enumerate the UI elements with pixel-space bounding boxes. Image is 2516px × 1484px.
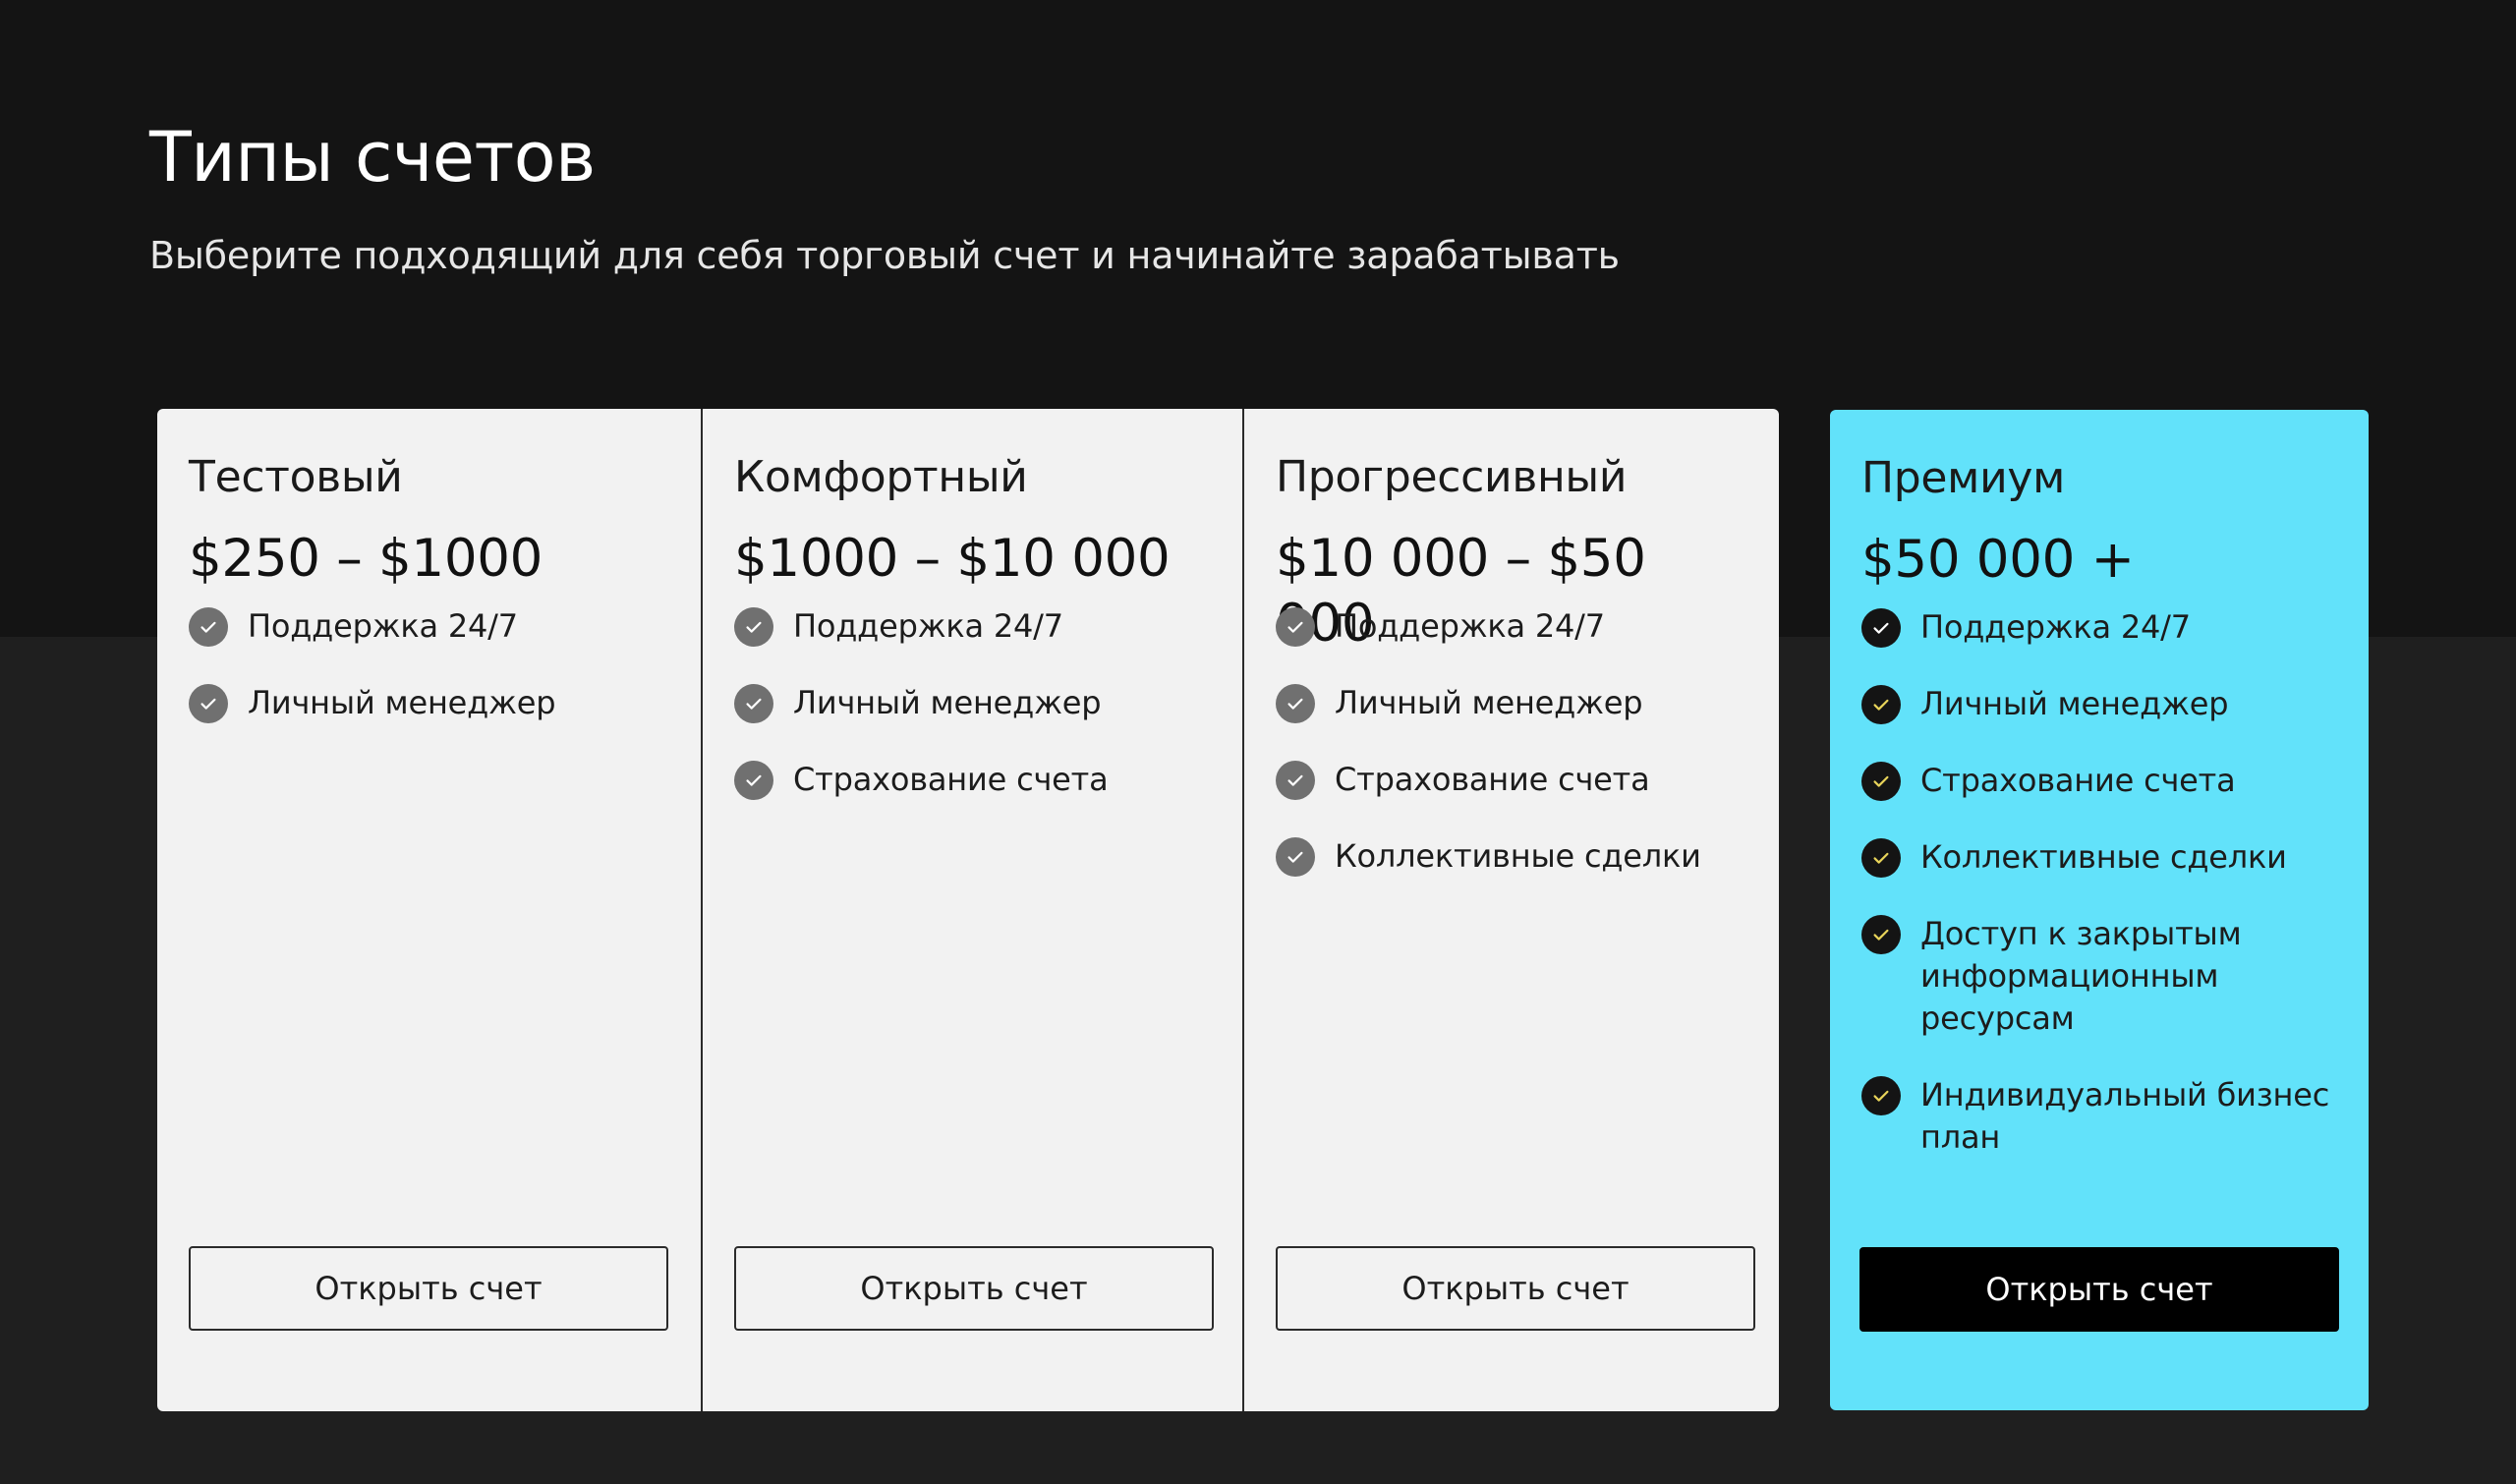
feature-list: Поддержка 24/7 Личный менеджер xyxy=(189,605,673,724)
page-title: Типы счетов xyxy=(149,117,596,198)
feature-item: Личный менеджер xyxy=(734,682,1215,724)
plan-price: $50 000 + xyxy=(1861,530,2135,590)
check-circle-icon xyxy=(1861,685,1901,724)
feature-text: Личный менеджер xyxy=(1920,685,2229,722)
plan-name: Премиум xyxy=(1861,453,2066,503)
page-subtitle: Выберите подходящий для себя торговый сч… xyxy=(149,234,1620,277)
plan-card-premium: Премиум $50 000 + Поддержка 24/7 Личный … xyxy=(1830,410,2369,1410)
feature-text: Личный менеджер xyxy=(793,684,1102,721)
feature-text: Доступ к закрытым информационным ресурса… xyxy=(1920,915,2242,1037)
open-account-button-progressive[interactable]: Открыть счет xyxy=(1276,1246,1755,1331)
feature-item: Личный менеджер xyxy=(1861,683,2341,725)
feature-text: Поддержка 24/7 xyxy=(1335,607,1605,645)
feature-item: Страхование счета xyxy=(1276,759,1751,801)
feature-text: Поддержка 24/7 xyxy=(248,607,518,645)
check-circle-icon xyxy=(734,684,773,723)
check-circle-icon xyxy=(1861,1076,1901,1115)
feature-item: Индивидуальный бизнес план xyxy=(1861,1074,2341,1159)
check-circle-icon xyxy=(1276,607,1315,647)
check-circle-icon xyxy=(1861,762,1901,801)
feature-text: Индивидуальный бизнес план xyxy=(1920,1076,2330,1156)
feature-item: Страхование счета xyxy=(734,759,1215,801)
feature-item: Коллективные сделки xyxy=(1861,836,2341,879)
feature-list: Поддержка 24/7 Личный менеджер Страхован… xyxy=(734,605,1215,801)
plan-price: $1000 – $10 000 xyxy=(734,529,1171,589)
check-circle-icon xyxy=(1861,915,1901,954)
feature-text: Личный менеджер xyxy=(248,684,556,721)
feature-list: Поддержка 24/7 Личный менеджер Страхован… xyxy=(1276,605,1751,878)
check-circle-icon xyxy=(1276,684,1315,723)
feature-text: Страхование счета xyxy=(1335,761,1650,798)
check-circle-icon xyxy=(734,607,773,647)
check-circle-icon xyxy=(734,761,773,800)
feature-list: Поддержка 24/7 Личный менеджер Страхован… xyxy=(1861,606,2341,1159)
check-circle-icon xyxy=(189,607,228,647)
plan-price: $250 – $1000 xyxy=(189,529,543,589)
feature-text: Поддержка 24/7 xyxy=(1920,608,2191,646)
feature-text: Коллективные сделки xyxy=(1920,838,2287,876)
feature-item: Поддержка 24/7 xyxy=(734,605,1215,648)
feature-item: Личный менеджер xyxy=(1276,682,1751,724)
feature-text: Коллективные сделки xyxy=(1335,837,1701,875)
plan-card-progressive: Прогрессивный $10 000 – $50 000 Поддержк… xyxy=(1242,409,1779,1411)
open-account-button-test[interactable]: Открыть счет xyxy=(189,1246,668,1331)
feature-item: Поддержка 24/7 xyxy=(1861,606,2341,649)
feature-text: Страхование счета xyxy=(1920,762,2236,799)
check-circle-icon xyxy=(1276,761,1315,800)
plan-name: Прогрессивный xyxy=(1276,452,1628,502)
feature-text: Поддержка 24/7 xyxy=(793,607,1063,645)
feature-item: Поддержка 24/7 xyxy=(1276,605,1751,648)
plans-group: Тестовый $250 – $1000 Поддержка 24/7 Лич… xyxy=(157,409,1779,1411)
plan-card-test: Тестовый $250 – $1000 Поддержка 24/7 Лич… xyxy=(157,409,701,1411)
plan-name: Тестовый xyxy=(189,452,403,502)
feature-item: Страхование счета xyxy=(1861,760,2341,802)
plan-price: $10 000 – $50 000 xyxy=(1276,529,1646,654)
open-account-button-comfort[interactable]: Открыть счет xyxy=(734,1246,1214,1331)
plan-name: Комфортный xyxy=(734,452,1028,502)
feature-item: Личный менеджер xyxy=(189,682,673,724)
page-header: Типы счетов Выберите подходящий для себя… xyxy=(149,110,2312,279)
check-circle-icon xyxy=(189,684,228,723)
feature-item: Коллективные сделки xyxy=(1276,835,1751,878)
check-circle-icon xyxy=(1861,608,1901,648)
feature-text: Страхование счета xyxy=(793,761,1109,798)
check-circle-icon xyxy=(1861,838,1901,878)
feature-text: Личный менеджер xyxy=(1335,684,1643,721)
feature-item: Доступ к закрытым информационным ресурса… xyxy=(1861,913,2341,1040)
plan-card-comfort: Комфортный $1000 – $10 000 Поддержка 24/… xyxy=(701,409,1242,1411)
feature-item: Поддержка 24/7 xyxy=(189,605,673,648)
check-circle-icon xyxy=(1276,837,1315,877)
open-account-button-premium[interactable]: Открыть счет xyxy=(1859,1247,2339,1332)
